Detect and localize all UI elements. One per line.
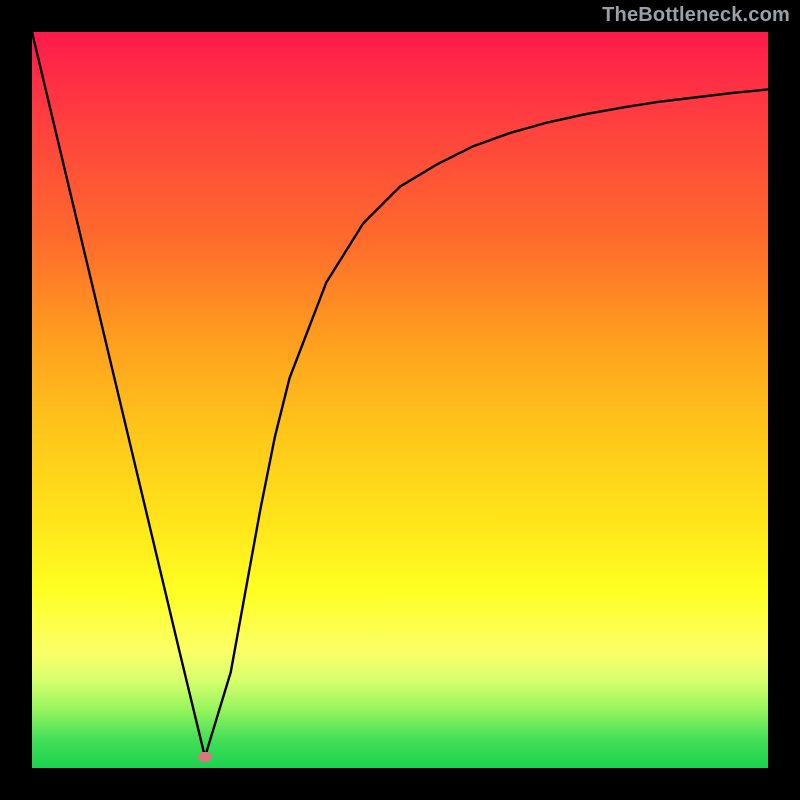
curve-line bbox=[32, 32, 768, 768]
plot-area bbox=[32, 32, 768, 768]
minimum-marker bbox=[198, 752, 212, 762]
watermark-text: TheBottleneck.com bbox=[602, 4, 790, 27]
chart-frame: TheBottleneck.com bbox=[0, 0, 800, 800]
